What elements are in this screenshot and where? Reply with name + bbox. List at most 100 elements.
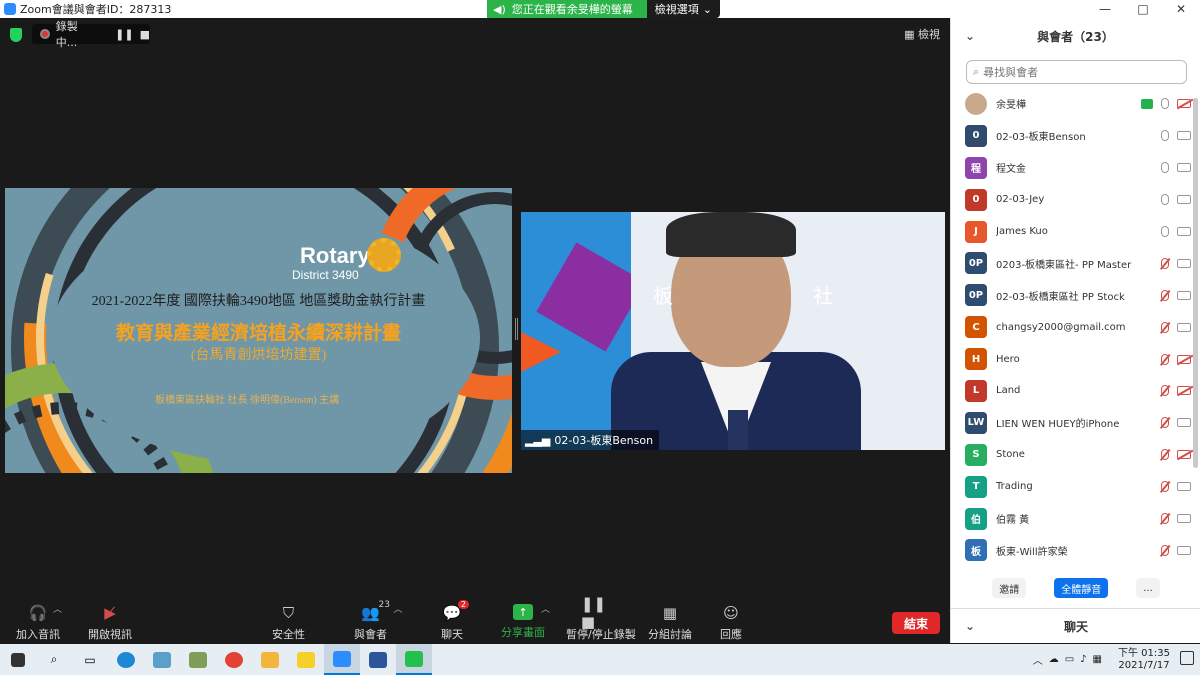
chevron-up-icon[interactable]: ︿ bbox=[53, 602, 62, 615]
chevron-up-icon[interactable]: ︿ bbox=[541, 602, 550, 615]
participant-status-icons bbox=[1161, 130, 1191, 142]
chevron-up-icon[interactable]: ︿ bbox=[394, 602, 403, 615]
more-button[interactable]: ... bbox=[1136, 578, 1160, 598]
share-screen-button[interactable]: ↑ ︿ 分享畫面 bbox=[501, 604, 550, 640]
taskbar-clock[interactable]: 下午 01:35 2021/7/17 bbox=[1118, 648, 1170, 672]
breakout-rooms-button[interactable]: ▦ 分組討論 bbox=[648, 604, 692, 642]
end-meeting-button[interactable]: 結束 bbox=[892, 612, 940, 634]
participant-status-icons bbox=[1161, 513, 1191, 525]
bg-text-left: 板 bbox=[653, 284, 673, 308]
mute-all-button[interactable]: 全體靜音 bbox=[1054, 578, 1109, 598]
mic-muted-icon bbox=[1161, 321, 1169, 333]
participant-row[interactable]: H Hero bbox=[951, 343, 1191, 375]
chevron-up-icon[interactable]: ︿ bbox=[1033, 652, 1043, 667]
participant-row[interactable]: L Land bbox=[951, 375, 1191, 407]
view-options-button[interactable]: 檢視選項 ⌄ bbox=[646, 0, 720, 18]
participant-search[interactable]: ⌕ bbox=[966, 60, 1187, 84]
participant-name: 伯霧 黃 bbox=[996, 515, 1030, 527]
camera-icon bbox=[1177, 418, 1191, 428]
participant-row[interactable]: 伯伯霧 黃 bbox=[951, 503, 1191, 535]
collapse-chevron-icon[interactable]: ⌄ bbox=[965, 619, 975, 633]
keyboard-icon[interactable]: ▦ bbox=[1093, 654, 1102, 665]
network-icon[interactable]: ☁ bbox=[1049, 654, 1059, 665]
avatar: H bbox=[965, 348, 987, 371]
participant-name: 板東-Will許家榮 bbox=[996, 546, 1068, 558]
reactions-button[interactable]: ☺ 回應 bbox=[720, 604, 742, 642]
task-view-icon[interactable]: ▭ bbox=[72, 644, 108, 675]
volume-icon[interactable]: ♪ bbox=[1080, 654, 1086, 665]
participant-row[interactable]: 0P 0203-板橋東區社- PP Master bbox=[951, 247, 1191, 279]
close-button[interactable]: ✕ bbox=[1162, 2, 1200, 16]
participant-name: Stone bbox=[996, 449, 1025, 461]
participants-button[interactable]: 👥 23 ︿ 與會者 bbox=[354, 600, 403, 642]
participant-row[interactable]: Cchangsy2000@gmail.com bbox=[951, 311, 1191, 343]
participant-row[interactable]: 0 02-03-Jey bbox=[951, 184, 1191, 216]
avatar: S bbox=[965, 443, 987, 466]
invite-button[interactable]: 邀請 bbox=[992, 578, 1027, 598]
participant-list: 余旻樺 0 02-03-板東Benson 程程文金 0 02-03-Jey J James K… bbox=[951, 88, 1191, 566]
pause-stop-recording-button[interactable]: ❚❚ ■ 暫停/停止錄製 bbox=[566, 595, 636, 642]
view-button[interactable]: ▦ 檢視 bbox=[904, 26, 940, 42]
avatar: LW bbox=[965, 411, 987, 434]
chat-panel-header[interactable]: ⌄ 聊天 bbox=[951, 608, 1200, 643]
mic-icon bbox=[1161, 98, 1169, 110]
pause-recording-button[interactable]: ❚❚ bbox=[115, 28, 133, 41]
slide-subtitle: (台馬青創烘培坊建置) bbox=[190, 348, 327, 363]
participant-status-icons bbox=[1161, 162, 1191, 174]
start-video-button[interactable]: ▶̸ 開啟視訊 bbox=[88, 604, 132, 642]
participant-row[interactable]: LW LIEN WEN HUEY的iPhone bbox=[951, 407, 1191, 439]
mic-icon bbox=[1161, 194, 1169, 206]
participant-row[interactable]: S Stone bbox=[951, 439, 1191, 471]
collapse-chevron-icon[interactable]: ⌄ bbox=[965, 29, 975, 43]
participant-status-icons bbox=[1161, 385, 1191, 397]
participant-name: Hero bbox=[996, 353, 1020, 365]
participant-status-icons bbox=[1161, 481, 1191, 493]
mic-muted-icon bbox=[1161, 353, 1169, 365]
participant-row[interactable]: 余旻樺 bbox=[951, 88, 1191, 120]
mic-muted-icon bbox=[1161, 289, 1169, 301]
video-tile[interactable]: 板 社 ▂▃▅ 02-03-板東Benson bbox=[521, 212, 945, 450]
camera-icon bbox=[1177, 227, 1191, 236]
app-icon[interactable] bbox=[180, 644, 216, 675]
chat-button[interactable]: 💬 2 聊天 bbox=[441, 600, 469, 642]
participant-status-icons bbox=[1161, 353, 1191, 365]
security-button[interactable]: ⛉ 安全性 bbox=[272, 604, 305, 642]
participant-name: LIEN WEN HUEY的iPhone bbox=[996, 419, 1120, 431]
app-icon[interactable] bbox=[144, 644, 180, 675]
minimize-button[interactable]: — bbox=[1086, 2, 1124, 16]
stop-recording-button[interactable]: ■ bbox=[140, 28, 150, 41]
participant-row[interactable]: T Trading bbox=[951, 471, 1191, 503]
participant-search-input[interactable] bbox=[983, 65, 1164, 79]
person-tie bbox=[728, 410, 748, 450]
edge-browser-icon[interactable] bbox=[108, 644, 144, 675]
participant-row[interactable]: 板板東-Will許家榮 bbox=[951, 534, 1191, 566]
file-explorer-icon[interactable] bbox=[252, 644, 288, 675]
mic-muted-icon bbox=[1161, 417, 1169, 429]
sticky-notes-icon[interactable] bbox=[288, 644, 324, 675]
search-icon[interactable]: ⌕ bbox=[36, 644, 72, 675]
word-icon[interactable] bbox=[360, 644, 396, 675]
participants-icon: 👥 23 ︿ bbox=[361, 600, 403, 622]
participant-row[interactable]: 0P 02-03-板橋東區社 PP Stock bbox=[951, 279, 1191, 311]
bg-triangle bbox=[521, 332, 561, 372]
participant-row[interactable]: J James Kuo bbox=[951, 216, 1191, 248]
participant-list-scrollbar[interactable] bbox=[1193, 98, 1198, 468]
split-divider-handle[interactable] bbox=[515, 318, 518, 340]
notification-icon[interactable] bbox=[1180, 651, 1194, 665]
participant-name: Trading bbox=[996, 481, 1033, 493]
chat-badge: 2 bbox=[457, 600, 469, 609]
mic-icon bbox=[1161, 226, 1169, 237]
windows-start-icon[interactable] bbox=[0, 644, 36, 675]
participant-row[interactable]: 0 02-03-板東Benson bbox=[951, 120, 1191, 152]
camera-off-icon bbox=[1177, 354, 1191, 364]
chrome-icon[interactable] bbox=[216, 644, 252, 675]
encryption-shield-icon[interactable] bbox=[10, 28, 22, 42]
maximize-button[interactable]: □ bbox=[1124, 2, 1162, 16]
line-icon[interactable] bbox=[396, 644, 432, 675]
participant-status-icons bbox=[1161, 257, 1191, 269]
participant-row[interactable]: 程程文金 bbox=[951, 152, 1191, 184]
join-audio-button[interactable]: 🎧 ︿ 加入音訊 bbox=[16, 602, 62, 642]
monitor-icon[interactable]: ▭ bbox=[1065, 654, 1074, 665]
zoom-taskbar-icon[interactable] bbox=[324, 644, 360, 675]
participant-status-icons bbox=[1161, 226, 1191, 237]
